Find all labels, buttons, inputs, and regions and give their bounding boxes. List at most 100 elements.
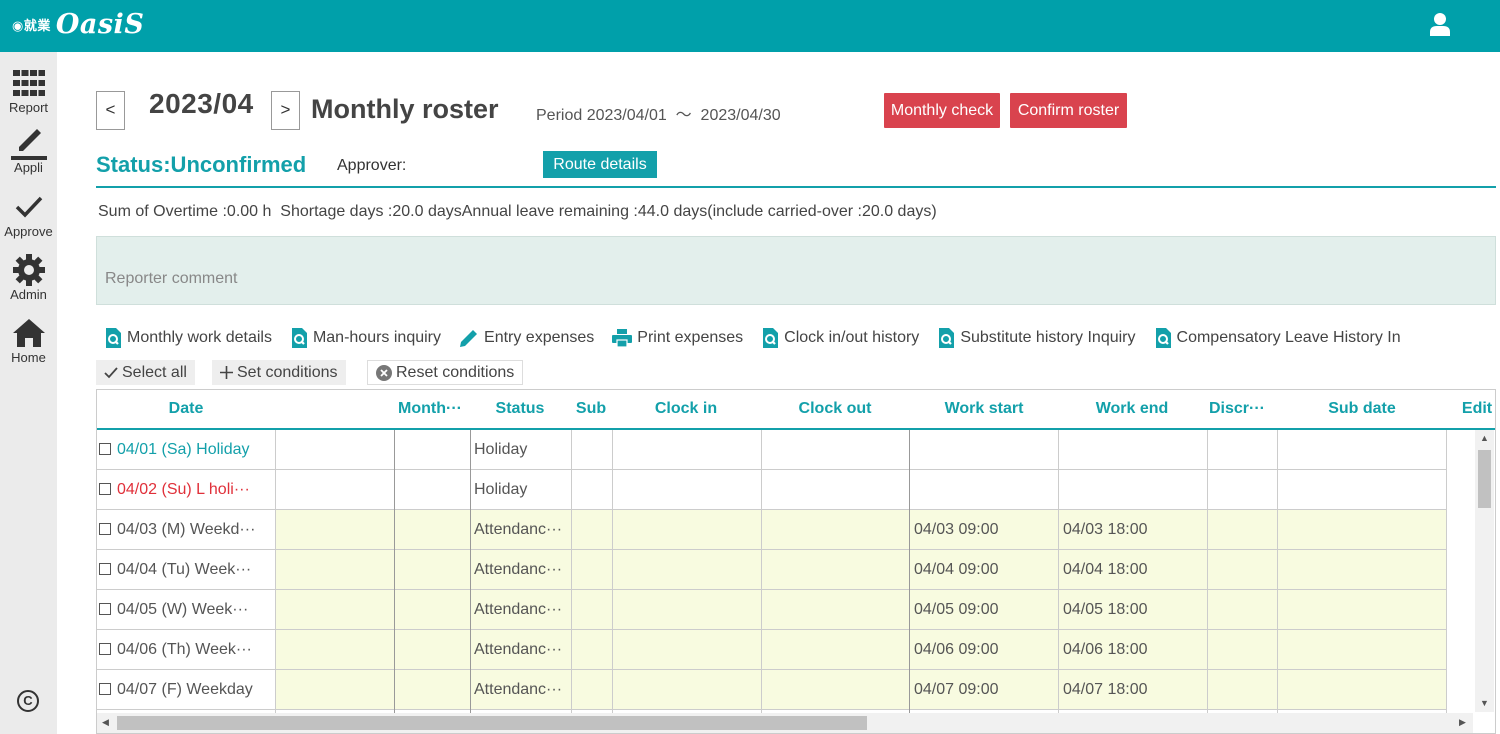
gear-icon bbox=[12, 254, 45, 286]
table-row[interactable]: 04/05 (W) Week··· Attendanc··· 04/05 09:… bbox=[97, 590, 1446, 630]
row-checkbox[interactable] bbox=[99, 562, 111, 575]
col-work-end[interactable]: Work end bbox=[1058, 390, 1206, 428]
date-cell[interactable]: 04/04 (Tu) Week··· bbox=[99, 550, 274, 589]
close-circle-icon bbox=[376, 364, 392, 381]
table-row[interactable]: 04/03 (M) Weekd··· Attendanc··· 04/03 09… bbox=[97, 510, 1446, 550]
date-cell[interactable]: 04/05 (W) Week··· bbox=[99, 590, 274, 629]
table-row[interactable]: 04/02 (Su) L holi··· Holiday bbox=[97, 470, 1446, 510]
col-month[interactable]: Month··· bbox=[393, 390, 467, 428]
link-label: Print expenses bbox=[637, 329, 744, 346]
pencil-icon bbox=[10, 129, 47, 160]
table-row[interactable]: 04/07 (F) Weekday Attendanc··· 04/07 09:… bbox=[97, 670, 1446, 710]
work-end-cell: 04/04 18:00 bbox=[1063, 561, 1148, 578]
col-divider bbox=[909, 430, 910, 733]
table-row[interactable]: 04/01 (Sa) Holiday Holiday bbox=[97, 430, 1446, 470]
entry-expenses-link[interactable]: Entry expenses bbox=[459, 326, 594, 350]
date-label: 04/03 (M) Weekd··· bbox=[117, 521, 256, 538]
col-divider bbox=[1207, 430, 1208, 733]
set-conditions-button[interactable]: Set conditions bbox=[212, 360, 346, 385]
search-doc-icon bbox=[1155, 328, 1171, 348]
reset-conditions-button[interactable]: Reset conditions bbox=[367, 360, 524, 385]
action-links: Monthly work details Man-hours inquiry E… bbox=[104, 326, 1419, 350]
search-doc-icon bbox=[291, 328, 307, 348]
user-icon[interactable] bbox=[1430, 12, 1450, 36]
prev-month-button[interactable]: < bbox=[96, 91, 125, 130]
scroll-left-icon[interactable]: ◀ bbox=[102, 717, 109, 728]
col-sub-date[interactable]: Sub date bbox=[1278, 390, 1446, 428]
date-label: 04/05 (W) Week··· bbox=[117, 601, 249, 618]
date-cell[interactable]: 04/06 (Th) Week··· bbox=[99, 630, 274, 669]
next-month-button[interactable]: > bbox=[271, 91, 300, 130]
col-clock-out[interactable]: Clock out bbox=[761, 390, 909, 428]
compensatory-leave-history-link[interactable]: Compensatory Leave History In bbox=[1154, 326, 1401, 350]
select-all-button[interactable]: Select all bbox=[96, 360, 195, 385]
table-row[interactable]: 04/06 (Th) Week··· Attendanc··· 04/06 09… bbox=[97, 630, 1446, 670]
date-cell[interactable]: 04/03 (M) Weekd··· bbox=[99, 510, 274, 549]
pencil-icon bbox=[460, 330, 478, 347]
top-bar: ◉就業 OasiS bbox=[0, 0, 1500, 52]
col-work-start[interactable]: Work start bbox=[910, 390, 1058, 428]
man-hours-inquiry-link[interactable]: Man-hours inquiry bbox=[290, 326, 441, 350]
route-details-button[interactable]: Route details bbox=[543, 151, 657, 178]
row-checkbox[interactable] bbox=[99, 682, 111, 695]
col-discrepancy[interactable]: Discr··· bbox=[1207, 390, 1267, 428]
plus-icon bbox=[220, 366, 233, 379]
date-label: 04/07 (F) Weekday bbox=[117, 681, 253, 698]
work-end-cell bbox=[1063, 430, 1203, 469]
summary-text: Sum of Overtime :0.00 h Shortage days :2… bbox=[98, 203, 937, 220]
col-sub[interactable]: Sub bbox=[571, 390, 611, 428]
col-divider bbox=[275, 430, 276, 733]
logo-mark: ◉就業 bbox=[12, 18, 51, 33]
table-row[interactable]: 04/04 (Tu) Week··· Attendanc··· 04/04 09… bbox=[97, 550, 1446, 590]
sidebar-item-appli[interactable]: Appli bbox=[0, 126, 57, 176]
monthly-check-button[interactable]: Monthly check bbox=[884, 93, 1000, 128]
vertical-scroll-thumb[interactable] bbox=[1478, 450, 1491, 508]
search-doc-icon bbox=[763, 328, 779, 348]
header-divider bbox=[96, 186, 1496, 188]
status-label: Status:Unconfirmed bbox=[96, 152, 307, 177]
vertical-scrollbar[interactable]: ▲ ▼ bbox=[1475, 430, 1494, 712]
sidebar-item-approve[interactable]: Approve bbox=[0, 190, 57, 240]
monthly-work-details-link[interactable]: Monthly work details bbox=[104, 326, 272, 350]
clock-history-link[interactable]: Clock in/out history bbox=[761, 326, 919, 350]
row-checkbox[interactable] bbox=[99, 442, 111, 455]
page-title: Monthly roster bbox=[311, 94, 499, 124]
col-clock-in[interactable]: Clock in bbox=[612, 390, 760, 428]
link-label: Substitute history Inquiry bbox=[960, 329, 1136, 346]
roster-table: Date Month··· Status Sub Clock in Clock … bbox=[96, 389, 1496, 734]
horizontal-scroll-thumb[interactable] bbox=[117, 716, 867, 730]
scroll-up-icon[interactable]: ▲ bbox=[1480, 433, 1489, 443]
reset-conditions-label: Reset conditions bbox=[396, 364, 515, 381]
row-checkbox[interactable] bbox=[99, 642, 111, 655]
row-checkbox[interactable] bbox=[99, 602, 111, 615]
status-cell: Attendanc··· bbox=[474, 641, 563, 658]
row-checkbox[interactable] bbox=[99, 482, 111, 495]
col-date[interactable]: Date bbox=[97, 390, 275, 428]
date-cell[interactable]: 04/01 (Sa) Holiday bbox=[99, 430, 274, 469]
set-conditions-label: Set conditions bbox=[237, 364, 338, 381]
col-edit[interactable]: Edit bbox=[1447, 390, 1495, 428]
row-checkbox[interactable] bbox=[99, 522, 111, 535]
sidebar-item-home[interactable]: Home bbox=[0, 316, 57, 366]
month-label: 2023/04 bbox=[149, 88, 254, 119]
sidebar-item-report[interactable]: Report bbox=[0, 66, 57, 116]
sidebar-item-label: Report bbox=[8, 100, 49, 115]
print-expenses-link[interactable]: Print expenses bbox=[612, 326, 743, 350]
date-cell[interactable]: 04/02 (Su) L holi··· bbox=[99, 470, 274, 509]
sidebar-item-admin[interactable]: Admin bbox=[0, 253, 57, 303]
work-start-cell: 04/07 09:00 bbox=[914, 681, 999, 698]
check-icon bbox=[15, 196, 42, 218]
reporter-comment-field[interactable]: Reporter comment bbox=[96, 236, 1496, 305]
col-divider bbox=[470, 430, 471, 733]
sidebar: Report Appli Approve Admin Home C bbox=[0, 52, 57, 734]
copyright-icon[interactable]: C bbox=[17, 690, 39, 712]
horizontal-scrollbar[interactable]: ◀ ▶ bbox=[97, 713, 1473, 733]
substitute-history-link[interactable]: Substitute history Inquiry bbox=[937, 326, 1136, 350]
status-cell: Holiday bbox=[474, 441, 528, 458]
scroll-right-icon[interactable]: ▶ bbox=[1459, 717, 1466, 728]
scroll-down-icon[interactable]: ▼ bbox=[1480, 698, 1489, 708]
col-status[interactable]: Status bbox=[470, 390, 570, 428]
date-cell[interactable]: 04/07 (F) Weekday bbox=[99, 670, 274, 709]
confirm-roster-button[interactable]: Confirm roster bbox=[1010, 93, 1127, 128]
app-logo[interactable]: ◉就業 OasiS bbox=[12, 9, 144, 40]
